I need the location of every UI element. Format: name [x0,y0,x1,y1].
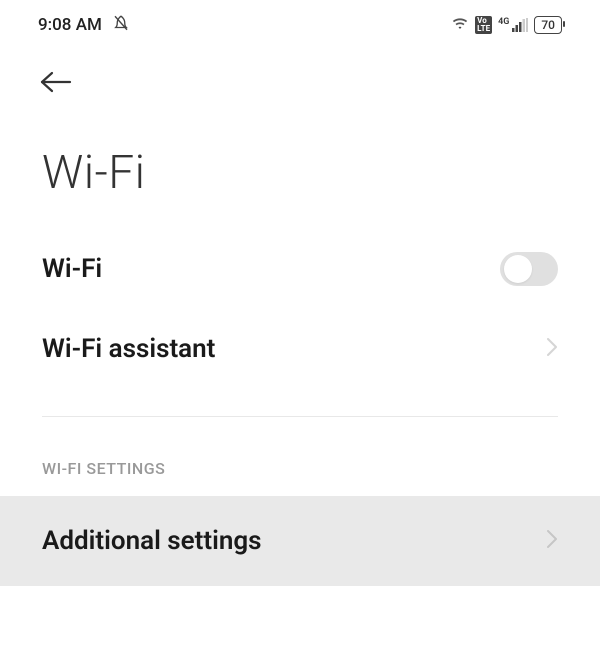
battery-indicator: 70 [534,16,562,34]
mute-icon [112,14,130,36]
status-time: 9:08 AM [38,15,102,35]
header [0,42,600,98]
chevron-right-icon [546,529,558,553]
wifi-settings-section-header: WI-FI SETTINGS [0,417,600,496]
additional-settings-row[interactable]: Additional settings [0,496,600,586]
status-right: VoLTE 4G 70 [451,15,562,35]
signal-group: 4G [498,18,528,32]
chevron-right-icon [546,337,558,361]
wifi-toggle[interactable] [500,252,558,286]
wifi-toggle-row[interactable]: Wi-Fi [0,228,600,310]
signal-bars-icon [512,18,528,32]
wifi-icon [451,15,469,35]
back-button[interactable] [38,70,72,98]
network-type: 4G [498,18,509,27]
status-bar: 9:08 AM VoLTE 4G 7 [0,0,600,42]
wifi-toggle-label: Wi-Fi [42,254,102,284]
additional-settings-label: Additional settings [42,526,262,556]
toggle-knob [504,255,532,283]
wifi-assistant-label: Wi-Fi assistant [42,334,215,364]
volte-icon: VoLTE [475,16,492,34]
status-left: 9:08 AM [38,14,130,36]
wifi-assistant-row[interactable]: Wi-Fi assistant [0,310,600,388]
page-title: Wi-Fi [0,98,600,228]
